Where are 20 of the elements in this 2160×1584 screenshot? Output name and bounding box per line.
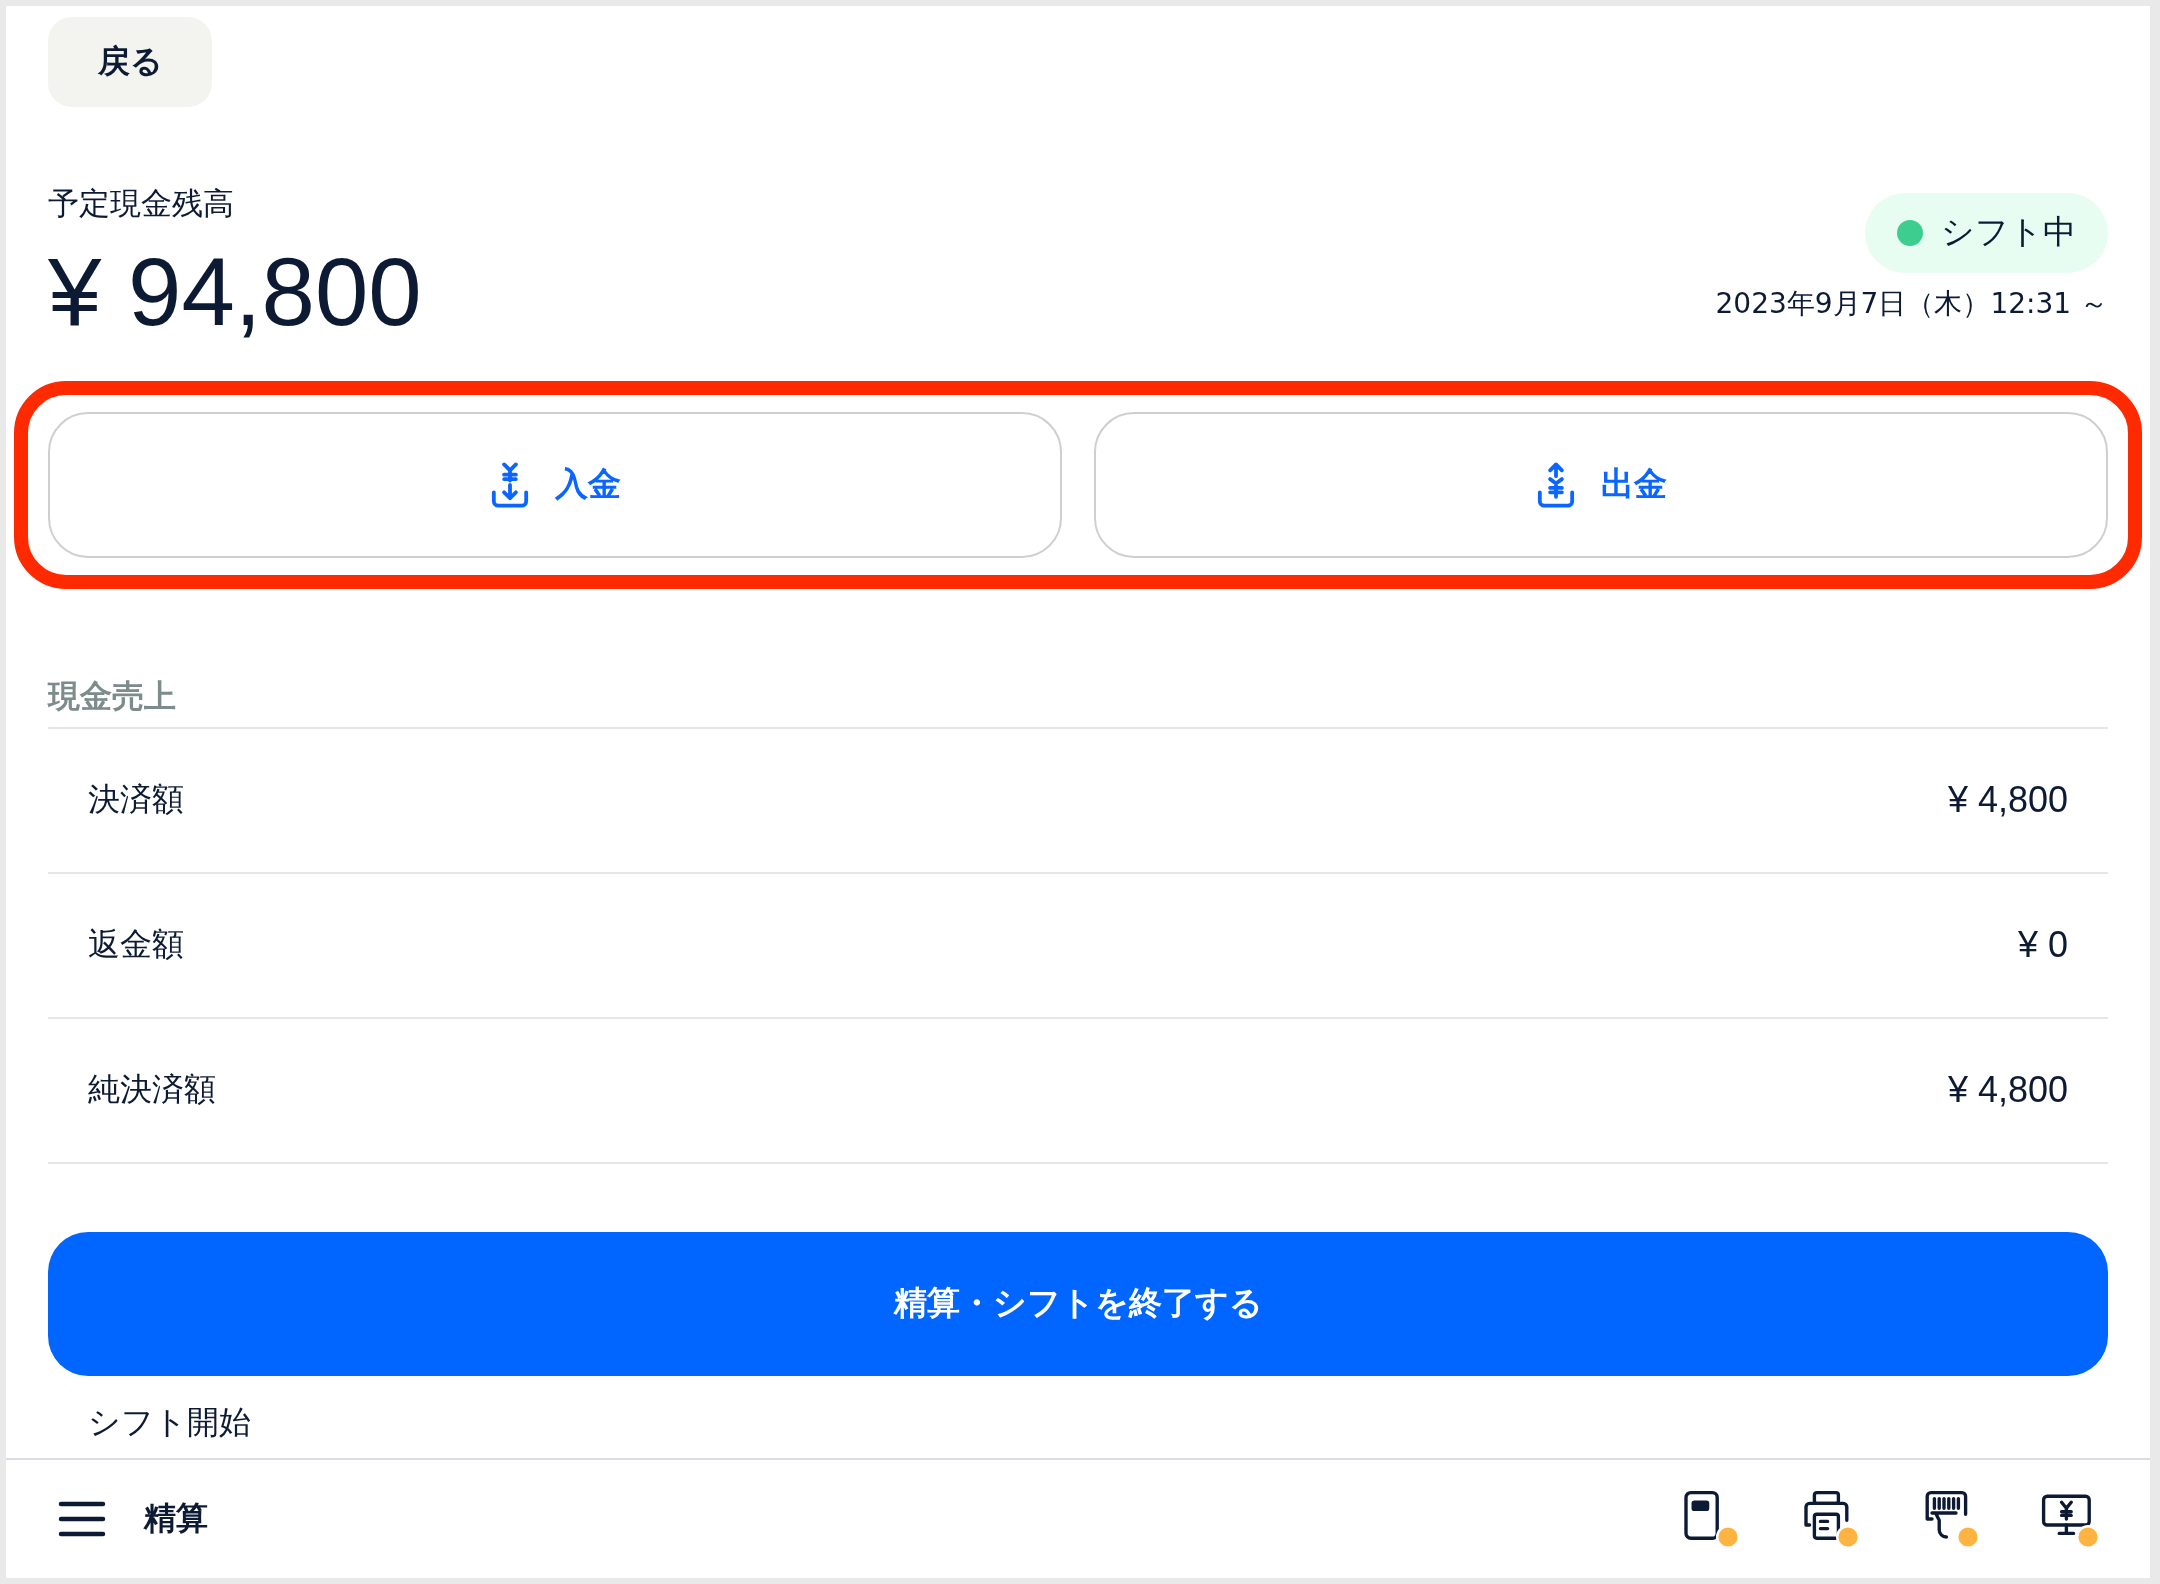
row-label: 返金額: [88, 924, 184, 966]
download-yen-icon: [489, 459, 531, 510]
row-value: ¥ 4,800: [1947, 779, 2068, 822]
section-title: シフト開始: [88, 1401, 252, 1442]
close-shift-button[interactable]: 精算・シフトを終了する: [48, 1231, 2108, 1376]
status-label: シフト中: [1941, 211, 2076, 254]
back-button[interactable]: 戻る: [48, 17, 212, 107]
row-label: 純決済額: [88, 1069, 216, 1111]
row-value: ¥ 4,800: [1947, 1069, 2068, 1112]
withdraw-button[interactable]: 出金: [1094, 411, 2108, 558]
screen-title: 精算: [144, 1498, 209, 1539]
section-title: 現金売上: [48, 674, 2108, 729]
row-label: 決済額: [88, 779, 184, 821]
row-value: ¥ 0: [2017, 924, 2068, 967]
shift-start-time: 2023年9月7日（木）12:31 ～: [1715, 285, 2108, 322]
deposit-button[interactable]: 入金: [48, 411, 1062, 558]
upload-yen-icon: [1535, 459, 1577, 510]
menu-icon[interactable]: [58, 1501, 106, 1537]
balance-label: 予定現金残高: [48, 184, 235, 223]
balance-amount: ¥ 94,800: [48, 239, 422, 345]
